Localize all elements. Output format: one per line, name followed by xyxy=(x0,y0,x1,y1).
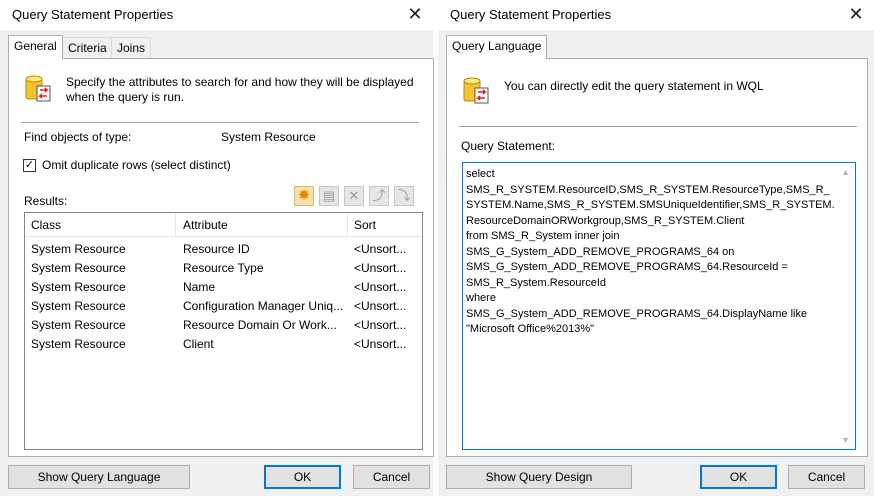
close-icon[interactable]: ✕ xyxy=(403,2,427,26)
scroll-up-icon[interactable]: ▲ xyxy=(841,167,850,177)
dialog-title: Query Statement Properties xyxy=(450,7,612,22)
tab-criteria[interactable]: Criteria xyxy=(62,37,113,58)
omit-duplicates-label: Omit duplicate rows (select distinct) xyxy=(42,158,231,172)
results-label: Results: xyxy=(24,194,68,208)
cell-attribute: Resource ID xyxy=(183,242,250,256)
cell-sort: <Unsort... xyxy=(354,337,407,351)
find-objects-label: Find objects of type: xyxy=(24,130,132,144)
table-row[interactable]: System Resource Name <Unsort... xyxy=(25,278,422,297)
cell-class: System Resource xyxy=(31,261,126,275)
new-star-icon[interactable]: ✸ xyxy=(294,186,314,206)
move-down-icon[interactable]: ⤵ xyxy=(394,186,414,206)
column-header-attribute[interactable]: Attribute xyxy=(183,218,228,232)
ok-button[interactable]: OK xyxy=(264,465,341,489)
cell-attribute: Resource Domain Or Work... xyxy=(183,318,337,332)
tab-query-language[interactable]: Query Language xyxy=(446,35,548,59)
cancel-button[interactable]: Cancel xyxy=(353,465,430,489)
query-database-icon xyxy=(25,75,51,102)
results-header: Class Attribute Sort xyxy=(25,213,422,237)
cell-attribute: Name xyxy=(183,280,216,294)
close-icon[interactable]: ✕ xyxy=(844,2,868,26)
title-bar: Query Statement Properties ✕ xyxy=(438,0,874,30)
tab-joins[interactable]: Joins xyxy=(111,37,152,58)
delete-icon[interactable]: ✕ xyxy=(344,186,364,206)
column-divider xyxy=(175,213,176,236)
cell-class: System Resource xyxy=(31,318,126,332)
ok-button[interactable]: OK xyxy=(700,465,777,489)
query-properties-dialog-general: Query Statement Properties ✕ General Cri… xyxy=(0,0,434,496)
cancel-button[interactable]: Cancel xyxy=(788,465,865,489)
cell-sort: <Unsort... xyxy=(354,318,407,332)
table-row[interactable]: System Resource Configuration Manager Un… xyxy=(25,297,422,316)
cell-sort: <Unsort... xyxy=(354,261,407,275)
column-header-sort[interactable]: Sort xyxy=(354,218,376,232)
table-row[interactable]: System Resource Resource Type <Unsort... xyxy=(25,259,422,278)
query-database-icon xyxy=(463,77,489,104)
cell-class: System Resource xyxy=(31,280,126,294)
omit-duplicates-checkbox[interactable]: ✓ xyxy=(23,159,36,172)
scroll-down-icon[interactable]: ▼ xyxy=(841,435,850,445)
table-row[interactable]: System Resource Resource ID <Unsort... xyxy=(25,240,422,259)
cell-sort: <Unsort... xyxy=(354,299,407,313)
find-objects-value: System Resource xyxy=(221,130,316,144)
cell-class: System Resource xyxy=(31,337,126,351)
query-statement-text[interactable]: select SMS_R_SYSTEM.ResourceID,SMS_R_SYS… xyxy=(466,167,836,338)
cell-attribute: Client xyxy=(183,337,214,351)
dialog-title: Query Statement Properties xyxy=(12,7,174,22)
query-statement-label: Query Statement: xyxy=(461,139,556,153)
title-bar: Query Statement Properties ✕ xyxy=(0,0,433,30)
editor-scrollbar[interactable]: ▲ ▼ xyxy=(838,163,855,449)
show-query-design-button[interactable]: Show Query Design xyxy=(446,465,632,489)
cell-sort: <Unsort... xyxy=(354,280,407,294)
column-header-class[interactable]: Class xyxy=(31,218,61,232)
properties-icon[interactable]: ▤ xyxy=(319,186,339,206)
table-row[interactable]: System Resource Client <Unsort... xyxy=(25,335,422,354)
cell-attribute: Configuration Manager Uniq... xyxy=(183,299,344,313)
query-statement-editor[interactable]: select SMS_R_SYSTEM.ResourceID,SMS_R_SYS… xyxy=(462,162,856,450)
move-up-icon[interactable]: ⤴ xyxy=(369,186,389,206)
cell-sort: <Unsort... xyxy=(354,242,407,256)
results-list[interactable]: Class Attribute Sort System Resource Res… xyxy=(24,212,423,450)
table-row[interactable]: System Resource Resource Domain Or Work.… xyxy=(25,316,422,335)
show-query-language-button[interactable]: Show Query Language xyxy=(8,465,190,489)
tab-general[interactable]: General xyxy=(8,35,63,59)
separator xyxy=(459,126,857,127)
separator xyxy=(21,122,419,123)
general-description: Specify the attributes to search for and… xyxy=(66,75,414,104)
cell-attribute: Resource Type xyxy=(183,261,264,275)
query-language-description: You can directly edit the query statemen… xyxy=(504,79,764,93)
column-divider xyxy=(347,213,348,236)
cell-class: System Resource xyxy=(31,299,126,313)
cell-class: System Resource xyxy=(31,242,126,256)
